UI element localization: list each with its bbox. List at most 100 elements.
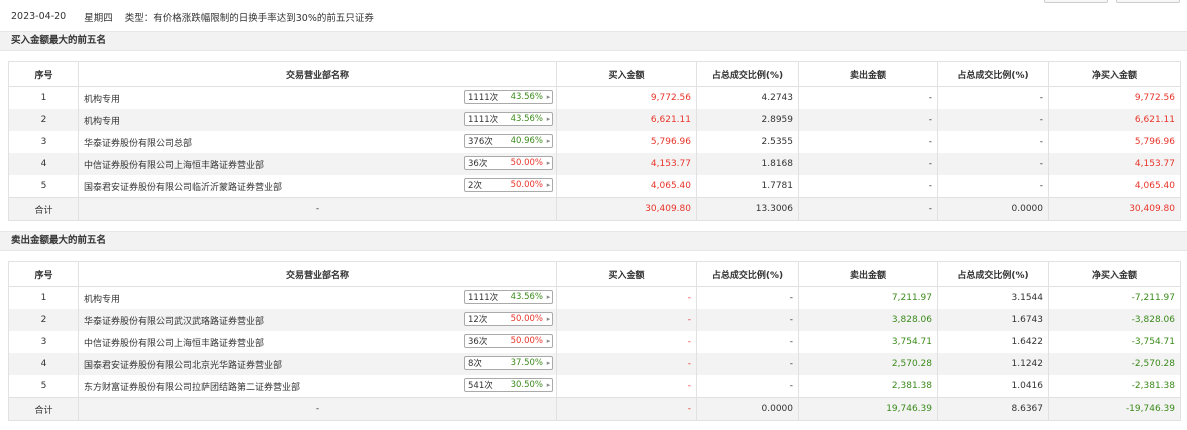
sell-amount: - <box>798 131 938 153</box>
branch-stats-badge[interactable]: 1111次 43.56% ▸ <box>464 290 553 304</box>
branch-name[interactable]: 东方财富证券股份有限公司拉萨团结路第二证券营业部 <box>84 383 300 393</box>
net-buy-amount: 4,065.40 <box>1048 175 1181 198</box>
branch-name[interactable]: 机构专用 <box>84 295 120 305</box>
sell-ratio: - <box>937 131 1049 153</box>
branch-name[interactable]: 中信证券股份有限公司上海恒丰路证券营业部 <box>84 161 264 171</box>
total-buy: - <box>556 397 697 421</box>
col-net-buy: 净买入金额 <box>1048 61 1181 87</box>
net-buy-amount: -2,381.38 <box>1048 375 1181 398</box>
col-sell-ratio: 占总成交比例(%) <box>937 61 1049 87</box>
sell-ratio: 1.6422 <box>937 331 1049 353</box>
row-index: 1 <box>8 286 79 309</box>
chevron-right-icon: ▸ <box>546 337 551 345</box>
branch-name-cell: 机构专用 1111次 43.56% ▸ <box>78 286 557 309</box>
col-net-buy: 净买入金额 <box>1048 261 1181 287</box>
table-row: 3 中信证券股份有限公司上海恒丰路证券营业部 36次 50.00% ▸ - -3,754.7… <box>8 331 1181 353</box>
buy-amount: - <box>556 375 697 398</box>
col-buy-amount: 买入金额 <box>556 261 697 287</box>
buy-amount: - <box>556 331 697 353</box>
branch-count: 376次 <box>468 137 493 147</box>
col-buy-ratio: 占总成交比例(%) <box>696 61 799 87</box>
branch-stats-badge[interactable]: 12次 50.00% ▸ <box>464 312 553 326</box>
sell-amount: 2,381.38 <box>798 375 938 398</box>
chevron-right-icon: ▸ <box>546 159 551 167</box>
net-buy-amount: 4,153.77 <box>1048 153 1181 175</box>
branch-name[interactable]: 华泰证券股份有限公司武汉武珞路证券营业部 <box>84 317 264 327</box>
sell-amount: 7,211.97 <box>798 286 938 309</box>
branch-name[interactable]: 中信证券股份有限公司上海恒丰路证券营业部 <box>84 339 264 349</box>
branch-count: 1111次 <box>468 293 499 303</box>
branch-name[interactable]: 华泰证券股份有限公司总部 <box>84 139 192 149</box>
total-label: 合计 <box>8 397 79 421</box>
chevron-right-icon: ▸ <box>546 137 551 145</box>
table-row: 3 华泰证券股份有限公司总部 376次 40.96% ▸ 5,796.96 2.5355- -… <box>8 131 1181 153</box>
sell-ratio: 1.1242 <box>937 353 1049 375</box>
branch-count: 1111次 <box>468 93 499 103</box>
branch-name-cell: 华泰证券股份有限公司武汉武珞路证券营业部 12次 50.00% ▸ <box>78 309 557 331</box>
buy-amount: 4,065.40 <box>556 175 697 198</box>
buy-section-title: 买入金额最大的前五名 <box>0 31 1187 51</box>
branch-pct: 43.56% <box>510 92 543 102</box>
branch-stats-badge[interactable]: 376次 40.96% ▸ <box>464 134 553 148</box>
sell-amount: 2,570.28 <box>798 353 938 375</box>
row-index: 1 <box>8 86 79 109</box>
table-header-row: 序号 交易营业部名称 买入金额 占总成交比例(%) 卖出金额 占总成交比例(%)… <box>8 261 1181 287</box>
branch-stats-badge[interactable]: 36次 50.00% ▸ <box>464 156 553 170</box>
net-buy-amount: -7,211.97 <box>1048 286 1181 309</box>
branch-name-cell: 中信证券股份有限公司上海恒丰路证券营业部 36次 50.00% ▸ <box>78 153 557 175</box>
chevron-right-icon: ▸ <box>546 315 551 323</box>
total-sell-ratio: 0.0000 <box>937 197 1049 221</box>
table-row: 4 国泰君安证券股份有限公司北京光华路证券营业部 8次 37.50% ▸ - -2,570.… <box>8 353 1181 375</box>
buy-ratio: - <box>696 375 799 398</box>
sell-ratio: - <box>937 153 1049 175</box>
row-index: 5 <box>8 375 79 398</box>
col-sell-ratio: 占总成交比例(%) <box>937 261 1049 287</box>
total-buy: 30,409.80 <box>556 197 697 221</box>
buy-amount: 6,621.11 <box>556 109 697 131</box>
branch-name[interactable]: 国泰君安证券股份有限公司北京光华路证券营业部 <box>84 361 282 371</box>
row-index: 2 <box>8 109 79 131</box>
chevron-right-icon: ▸ <box>546 181 551 189</box>
table-row: 1 机构专用 1111次 43.56% ▸ - -7,211.97 3.1544 -7,211.… <box>8 286 1181 309</box>
sell-ratio: 3.1544 <box>937 286 1049 309</box>
branch-name[interactable]: 国泰君安证券股份有限公司临沂沂蒙路证券营业部 <box>84 183 282 193</box>
total-sell-ratio: 8.6367 <box>937 397 1049 421</box>
sell-ratio: - <box>937 109 1049 131</box>
branch-pct: 50.00% <box>510 180 543 190</box>
branch-pct: 43.56% <box>510 292 543 302</box>
branch-name-cell: 机构专用 1111次 43.56% ▸ <box>78 109 557 131</box>
buy-ratio: - <box>696 331 799 353</box>
chevron-right-icon: ▸ <box>546 381 551 389</box>
col-buy-amount: 买入金额 <box>556 61 697 87</box>
branch-name[interactable]: 机构专用 <box>84 95 120 105</box>
branch-name[interactable]: 机构专用 <box>84 117 120 127</box>
branch-name-cell: 华泰证券股份有限公司总部 376次 40.96% ▸ <box>78 131 557 153</box>
row-index: 3 <box>8 131 79 153</box>
chevron-right-icon: ▸ <box>546 293 551 301</box>
net-buy-amount: -3,828.06 <box>1048 309 1181 331</box>
sell-amount: - <box>798 175 938 198</box>
branch-stats-badge[interactable]: 8次 37.50% ▸ <box>464 356 553 370</box>
col-branch-name: 交易营业部名称 <box>78 261 557 287</box>
total-row: 合计 - - 0.0000 19,746.39 8.6367 -19,746.3… <box>8 397 1181 421</box>
branch-stats-badge[interactable]: 541次 30.50% ▸ <box>464 378 553 392</box>
buy-amount: - <box>556 353 697 375</box>
date-label: 2023-04-20 <box>11 11 67 22</box>
branch-pct: 50.00% <box>510 336 543 346</box>
row-index: 2 <box>8 309 79 331</box>
branch-stats-badge[interactable]: 2次 50.00% ▸ <box>464 178 553 192</box>
info-bar: 2023-04-20 星期四 类型：有价格涨跌幅限制的日换手率达到30%的前五只… <box>0 0 1187 33</box>
branch-stats-badge[interactable]: 1111次 43.56% ▸ <box>464 112 553 126</box>
table-row: 5 东方财富证券股份有限公司拉萨团结路第二证券营业部 541次 30.50% ▸ - -2,… <box>8 375 1181 398</box>
sell-ratio: 1.0416 <box>937 375 1049 398</box>
buy-amount: 4,153.77 <box>556 153 697 175</box>
branch-count: 1111次 <box>468 115 499 125</box>
branch-stats-badge[interactable]: 1111次 43.56% ▸ <box>464 90 553 104</box>
total-net: 30,409.80 <box>1048 197 1181 221</box>
sell-amount: - <box>798 153 938 175</box>
buy-ratio: - <box>696 353 799 375</box>
total-row: 合计 - 30,409.80 13.3006 - 0.0000 30,409.8… <box>8 197 1181 221</box>
branch-stats-badge[interactable]: 36次 50.00% ▸ <box>464 334 553 348</box>
col-buy-ratio: 占总成交比例(%) <box>696 261 799 287</box>
branch-pct: 50.00% <box>510 314 543 324</box>
